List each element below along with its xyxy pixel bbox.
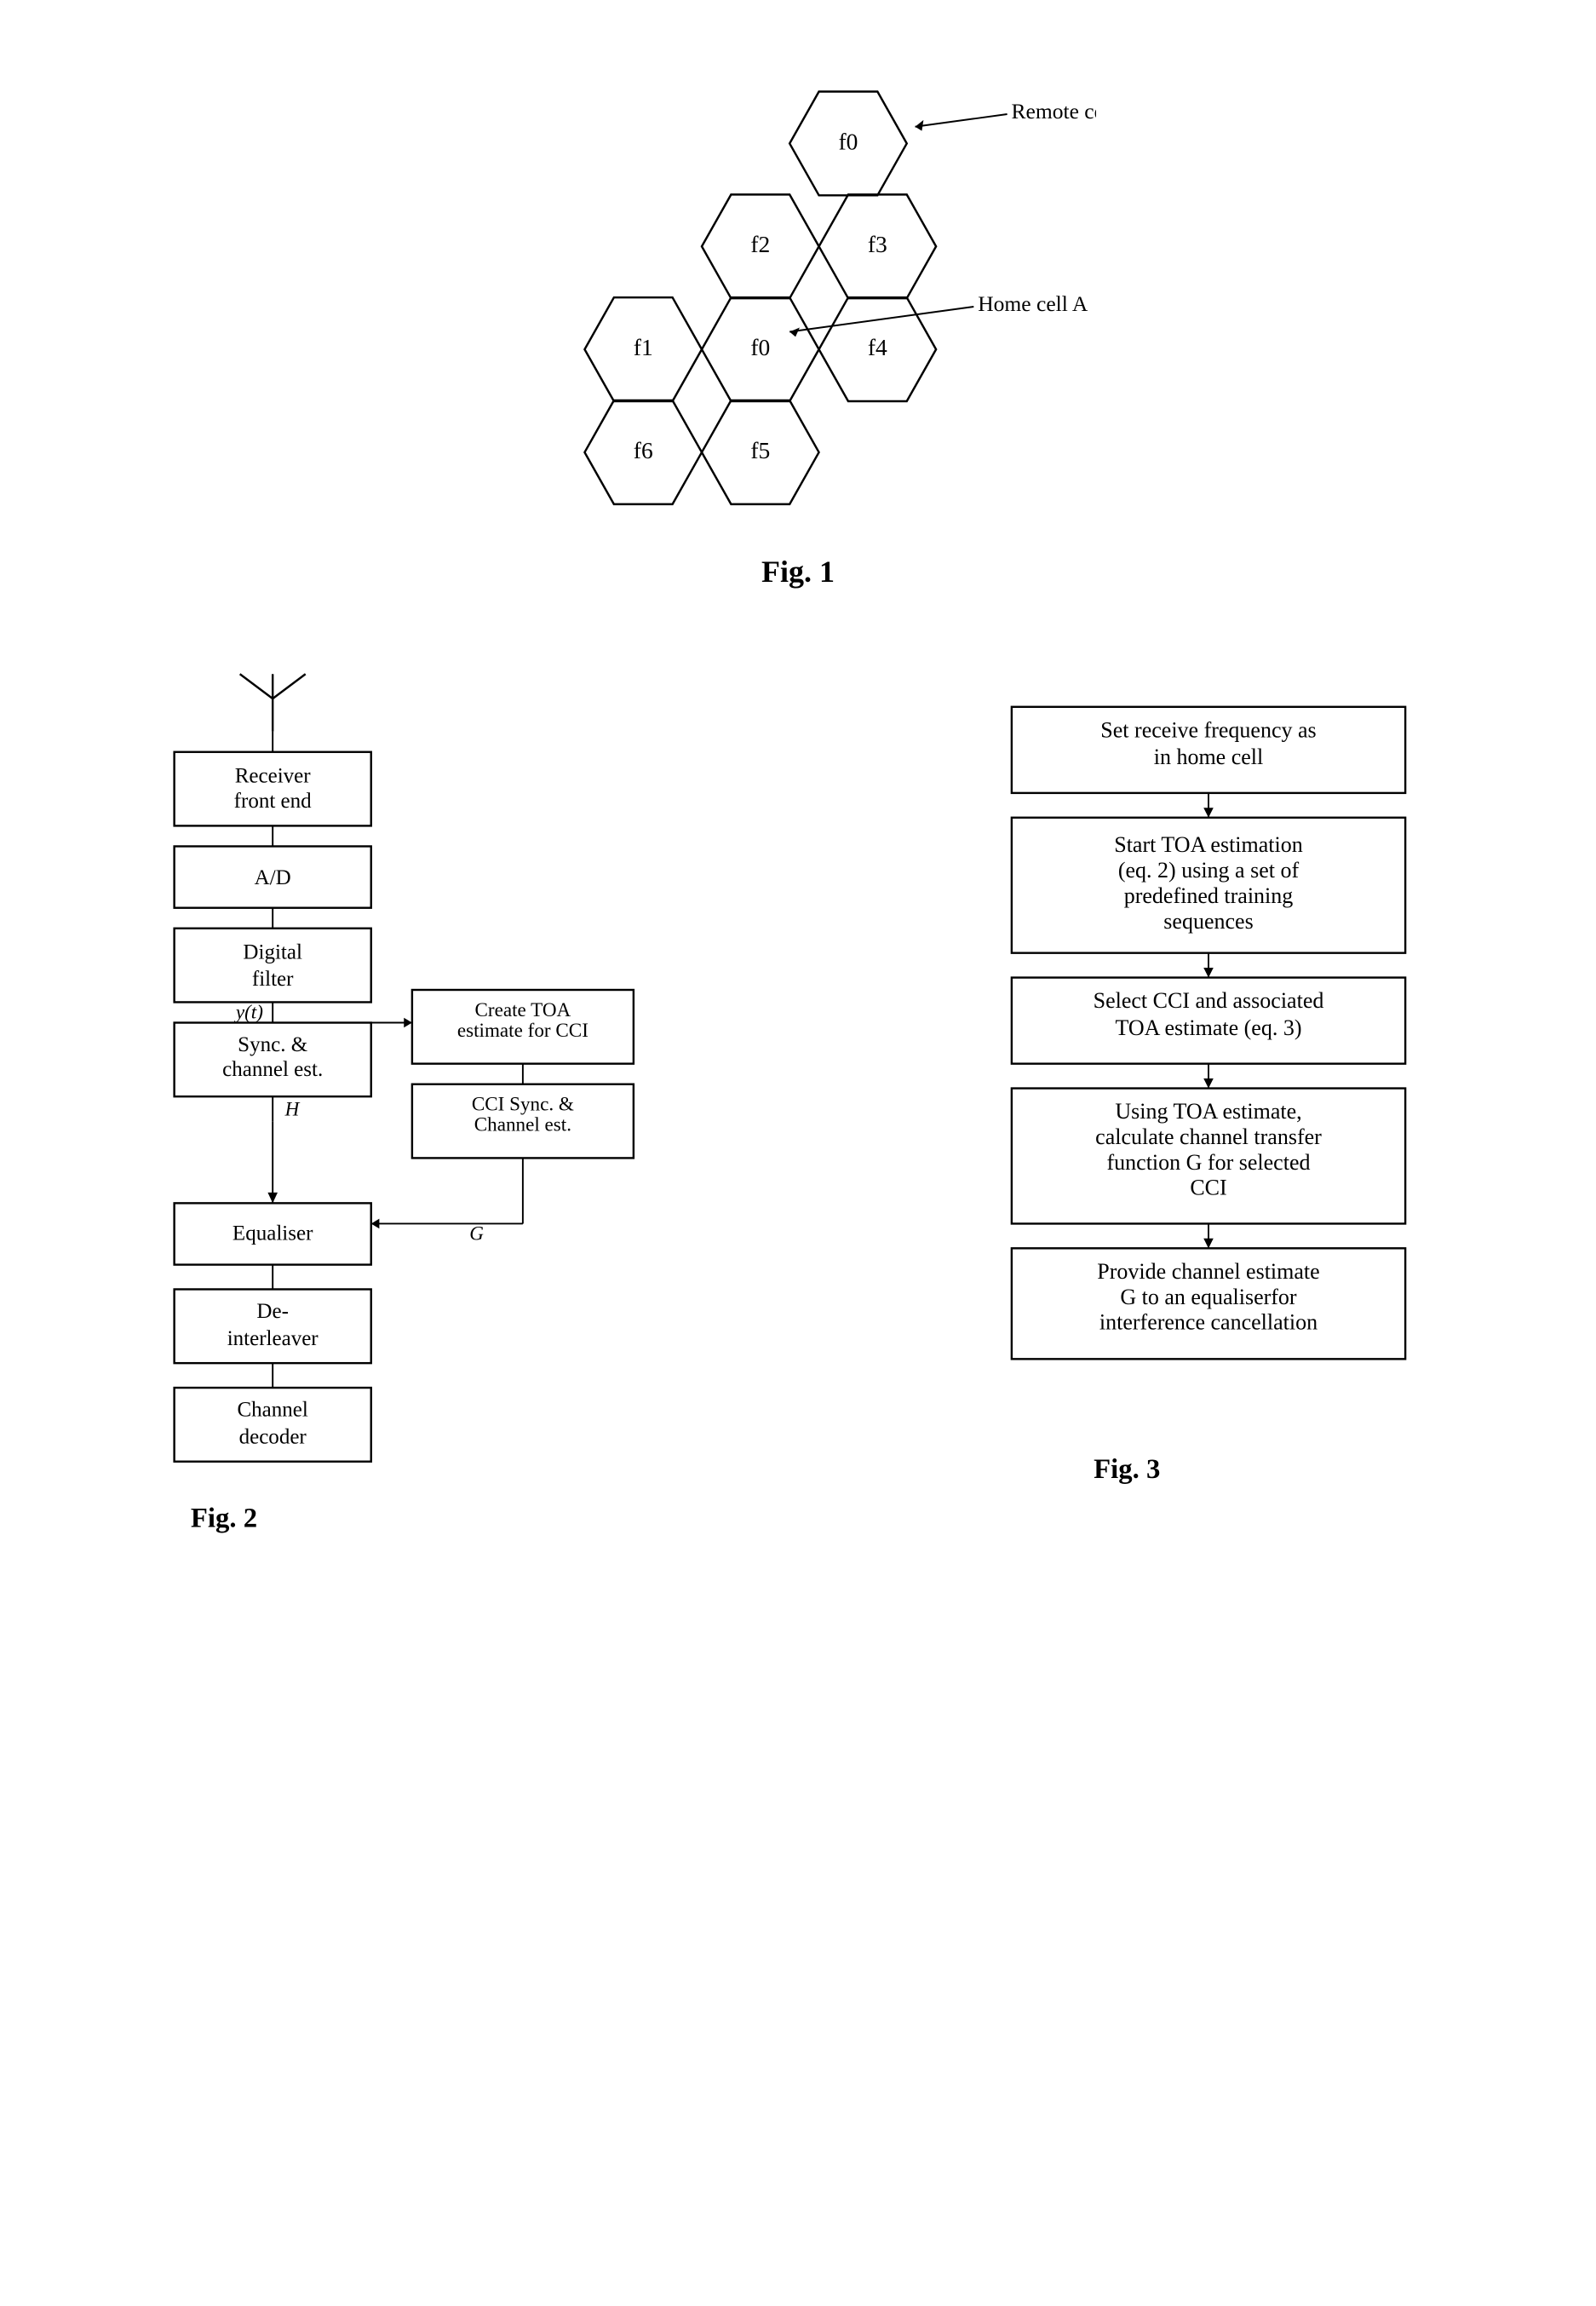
antenna-left (240, 674, 273, 699)
text-usingtoa-3: function G for selected (1107, 1150, 1311, 1175)
text-equaliser: Equaliser (233, 1222, 313, 1245)
text-provch-1: Provide channel estimate (1097, 1259, 1319, 1284)
text-selcci-1: Select CCI and associated (1094, 988, 1324, 1013)
text-provch-3: interference cancellation (1099, 1310, 1318, 1335)
text-sync-2: channel est. (222, 1058, 323, 1081)
page: f0 f2 f3 f1 f0 f4 f6 f5 (0, 0, 1596, 2306)
fig3-svg: Set receive frequency as in home cell St… (919, 658, 1498, 1765)
arrowhead-eq (267, 1193, 278, 1204)
fig1-title: Fig. 1 (761, 554, 835, 589)
box-digital-filter (175, 929, 371, 1003)
arrow-home-a (789, 307, 973, 331)
text-deint-1: De- (256, 1300, 289, 1323)
fig1-container: f0 f2 f3 f1 f0 f4 f6 f5 (68, 68, 1528, 589)
arrowhead-yt (404, 1018, 412, 1028)
arrowhead-home-a (789, 328, 800, 337)
text-usingtoa-4: CCI (1190, 1176, 1226, 1200)
text-starttoa-4: sequences (1163, 909, 1253, 934)
arrow-remote-b (916, 114, 1008, 127)
text-toa-2: estimate for CCI (457, 1019, 588, 1041)
text-starttoa-3: predefined training (1124, 883, 1294, 908)
arrow-f3-1 (1203, 808, 1214, 818)
text-setfreq-2: in home cell (1154, 745, 1264, 769)
arrowhead-g (371, 1219, 380, 1229)
fig2-container: Receiver front end A/D Digital filter (68, 658, 707, 1765)
arrow-f3-3 (1203, 1078, 1214, 1089)
hex-label-f2: f2 (750, 231, 770, 257)
label-home-a: Home cell A (978, 291, 1088, 316)
fig3-title: Fig. 3 (1094, 1454, 1160, 1485)
hex-label-f4: f4 (868, 334, 887, 360)
label-remote-b: Remote cell B (1012, 99, 1096, 124)
fig2-title: Fig. 2 (191, 1504, 257, 1534)
text-cci-1: CCI Sync. & (472, 1093, 574, 1115)
fig2-svg: Receiver front end A/D Digital filter (89, 658, 686, 1765)
hex-label-f6: f6 (634, 437, 653, 463)
hex-label-f0-top: f0 (838, 128, 858, 154)
arrowhead-remote-b (916, 120, 924, 131)
antenna-right (273, 674, 306, 699)
text-setfreq-1: Set receive frequency as (1100, 717, 1316, 742)
label-g: G (469, 1222, 484, 1245)
text-usingtoa-1: Using TOA estimate, (1115, 1099, 1301, 1124)
text-digital-2: filter (252, 968, 294, 991)
text-digital-1: Digital (243, 940, 302, 963)
hex-label-f1: f1 (634, 334, 653, 360)
text-deint-2: interleaver (227, 1327, 319, 1350)
text-ad: A/D (255, 866, 291, 889)
hex-label-f0-home: f0 (750, 334, 770, 360)
fig1-diagram: f0 f2 f3 f1 f0 f4 f6 f5 (500, 68, 1096, 545)
hex-label-f5: f5 (750, 437, 770, 463)
figures-row: Receiver front end A/D Digital filter (68, 658, 1528, 1765)
text-selcci-2: TOA estimate (eq. 3) (1115, 1015, 1301, 1040)
arrow-f3-2 (1203, 968, 1214, 978)
fig3-container: Set receive frequency as in home cell St… (889, 658, 1528, 1765)
text-starttoa-1: Start TOA estimation (1114, 832, 1302, 857)
text-cci-2: Channel est. (474, 1113, 571, 1136)
text-receiver-2: front end (234, 790, 312, 813)
text-starttoa-2: (eq. 2) using a set of (1118, 858, 1300, 883)
text-chandec-1: Channel (237, 1399, 307, 1422)
label-yt: y(t) (234, 1001, 263, 1023)
box-receiver-front-end (175, 752, 371, 826)
label-h: H (284, 1097, 301, 1119)
hex-label-f3: f3 (868, 231, 887, 257)
arrow-f3-4 (1203, 1239, 1214, 1249)
text-sync-1: Sync. & (238, 1033, 307, 1056)
text-provch-2: G to an equaliserfor (1120, 1285, 1297, 1309)
text-usingtoa-2: calculate channel transfer (1095, 1124, 1322, 1149)
text-chandec-2: decoder (239, 1426, 307, 1449)
text-receiver-1: Receiver (235, 764, 312, 787)
text-toa-1: Create TOA (475, 998, 571, 1021)
